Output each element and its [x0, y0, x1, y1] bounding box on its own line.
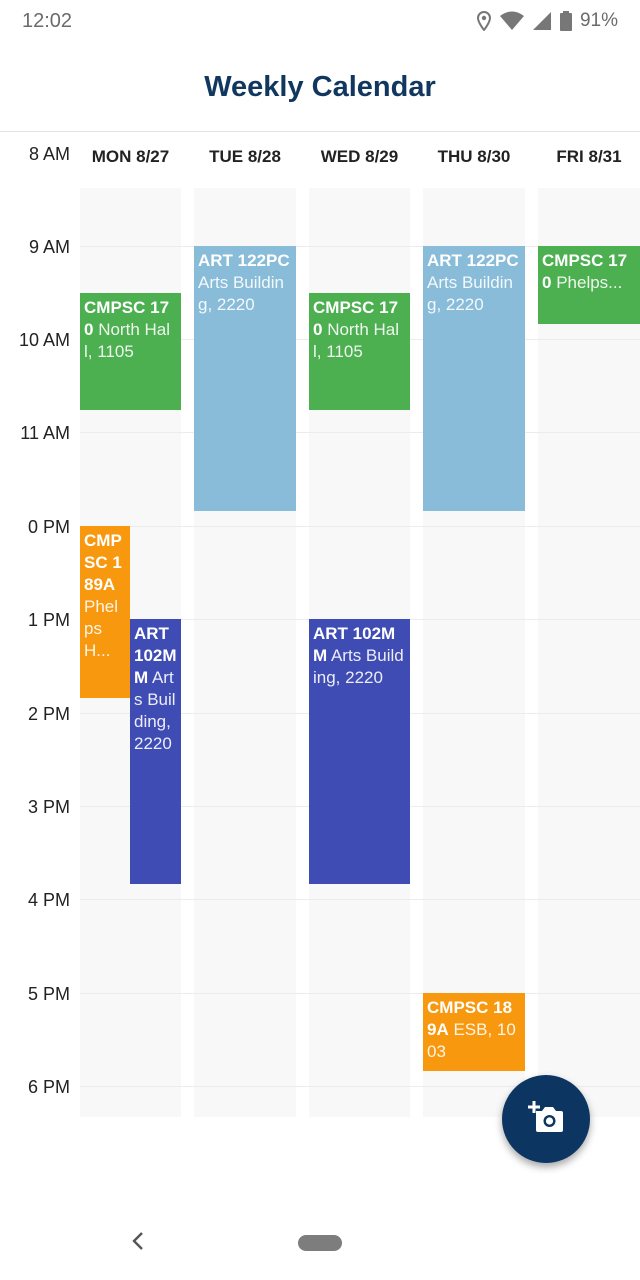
time-label: 10 AM	[18, 330, 70, 350]
event-art-122pc-tue[interactable]: ART 122PC Arts Building, 2220	[194, 246, 296, 511]
day-header-mon: MON 8/27	[91, 147, 170, 166]
event-location: North Hall, 1105	[313, 320, 400, 361]
hour-line	[80, 432, 640, 433]
time-label: 11 AM	[20, 423, 70, 443]
event-art-102mm-wed[interactable]: ART 102MM Arts Building, 2220	[309, 619, 410, 884]
day-header-wed: WED 8/29	[320, 147, 399, 166]
hour-line	[80, 526, 640, 527]
hour-line	[80, 899, 640, 900]
event-cmpsc-170-mon[interactable]: CMPSC 170 North Hall, 1105	[80, 293, 181, 410]
signal-icon	[532, 11, 552, 31]
time-label: 6 PM	[27, 1077, 70, 1097]
day-header-thu: THU 8/30	[437, 147, 511, 166]
app-header: Weekly Calendar	[0, 44, 640, 132]
event-cmpsc-189a-thu[interactable]: CMPSC 189A ESB, 1003	[423, 993, 525, 1071]
hour-line	[80, 993, 640, 994]
add-photo-camera-icon	[526, 1099, 566, 1140]
event-art-102mm-mon[interactable]: ART 102MM Arts Building, 2220	[130, 619, 181, 884]
event-code: ART 122PC	[427, 251, 519, 270]
location-icon	[476, 11, 492, 31]
time-label: 1 PM	[27, 610, 70, 630]
time-label: 0 PM	[27, 517, 70, 537]
time-label: 9 AM	[28, 237, 70, 257]
event-location: Phelps...	[556, 273, 623, 292]
day-header-fri: FRI 8/31	[556, 147, 622, 166]
status-time: 12:02	[22, 10, 73, 32]
time-label: 2 PM	[27, 704, 70, 724]
add-photo-button[interactable]	[502, 1075, 590, 1163]
system-nav-bar	[0, 1200, 640, 1280]
event-location: Phelps H...	[84, 597, 119, 660]
event-cmpsc-189a-mon[interactable]: CMPSC 189A Phelps H...	[80, 526, 130, 698]
event-code: ART 122PC	[198, 251, 290, 270]
home-pill-icon[interactable]	[298, 1235, 342, 1251]
event-code: CMPSC 189A	[84, 531, 122, 594]
event-cmpsc-170-fri[interactable]: CMPSC 170 Phelps...	[538, 246, 640, 324]
wifi-icon	[499, 11, 524, 31]
battery-percent: 91%	[579, 10, 618, 31]
weekly-calendar[interactable]: 8 AM 9 AM 10 AM 11 AM 0 PM 1 PM 2 PM 3 P…	[0, 132, 640, 1117]
event-art-122pc-thu[interactable]: ART 122PC Arts Building, 2220	[423, 246, 525, 511]
time-label: 4 PM	[27, 890, 70, 910]
event-location: Arts Building, 2220	[427, 273, 513, 314]
event-location: North Hall, 1105	[84, 320, 171, 361]
back-icon[interactable]	[130, 1230, 146, 1257]
event-location: Arts Building, 2220	[313, 646, 404, 687]
event-location: Arts Building, 2220	[198, 273, 284, 314]
battery-icon	[559, 11, 572, 31]
status-icons: 91%	[476, 10, 618, 32]
time-label: 5 PM	[27, 984, 70, 1004]
event-cmpsc-170-wed[interactable]: CMPSC 170 North Hall, 1105	[309, 293, 410, 410]
page-title: Weekly Calendar	[204, 71, 436, 103]
day-header-tue: TUE 8/28	[209, 147, 281, 166]
time-label: 8 AM	[28, 144, 70, 164]
status-bar: 12:02 91%	[0, 0, 640, 44]
time-label: 3 PM	[27, 797, 70, 817]
day-column-fri	[538, 188, 640, 1117]
